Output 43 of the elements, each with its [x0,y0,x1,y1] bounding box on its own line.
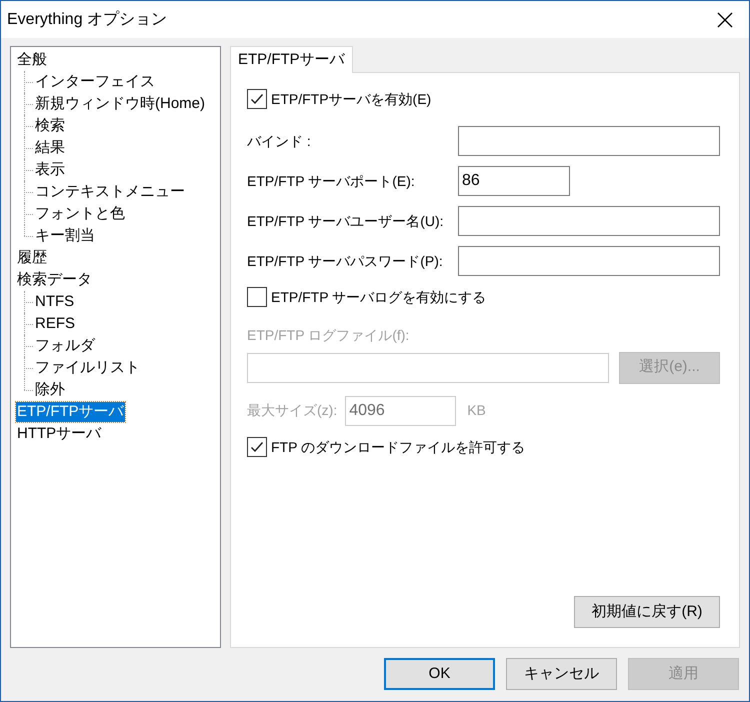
field-label: ETP/FTP サーバユーザー名(U): [247,212,444,231]
tree-item[interactable]: 新規ウィンドウ時(Home) [34,94,206,114]
checkmark-icon [250,92,264,106]
tree-item[interactable]: フォントと色 [34,204,126,224]
tree-item[interactable]: ETP/FTPサーバ [16,402,125,422]
field-label: ETP/FTP サーバパスワード(P): [247,252,443,271]
tree-item[interactable]: インターフェイス [34,72,156,92]
field-label: ETP/FTP サーバポート(E): [247,172,415,191]
checkbox-label: FTP のダウンロードファイルを許可する [271,438,526,456]
tree-item[interactable]: NTFS [34,292,76,312]
tree-item[interactable]: キー割当 [34,226,96,246]
tree-item[interactable]: ファイルリスト [34,358,141,378]
checkbox-label: ETP/FTP サーバログを有効にする [271,288,486,306]
input-field[interactable]: 86 [458,166,570,196]
tree-item[interactable]: REFS [34,314,76,334]
field-label: ETP/FTP ログファイル(f): [247,326,410,345]
tree-item[interactable]: 検索 [34,116,66,136]
checkmark-icon [250,440,264,454]
unit-label: KB [467,401,486,420]
tree-item[interactable]: 結果 [34,138,66,158]
tree-item[interactable]: 全般 [16,50,48,70]
tree-item[interactable]: 検索データ [16,270,93,290]
field-label: バインド : [247,132,311,150]
field-label: 最大サイズ(z): [247,401,338,420]
tree-item[interactable]: 履歴 [16,248,48,268]
close-icon[interactable] [717,12,733,28]
input-field[interactable] [458,206,720,236]
input-field[interactable] [458,246,720,276]
checkbox[interactable] [247,287,267,307]
tab[interactable]: ETP/FTPサーバ [230,46,353,73]
dialog-button[interactable]: キャンセル [506,658,617,690]
input-field[interactable] [458,126,720,156]
tree-item[interactable]: HTTPサーバ [16,424,102,444]
tree-item[interactable]: 除外 [34,380,66,400]
tree-item[interactable]: コンテキストメニュー [34,182,186,202]
tree-item[interactable]: 表示 [34,160,66,180]
reset-button[interactable]: 初期値に戻す(R) [574,596,720,628]
tree-item[interactable]: フォルダ [34,336,96,356]
window-title: Everything オプション [7,10,168,30]
checkbox[interactable] [247,437,267,457]
checkbox[interactable] [247,89,267,109]
checkbox-label: ETP/FTPサーバを有効(E) [271,90,432,109]
dialog-button[interactable]: OK [384,658,495,690]
